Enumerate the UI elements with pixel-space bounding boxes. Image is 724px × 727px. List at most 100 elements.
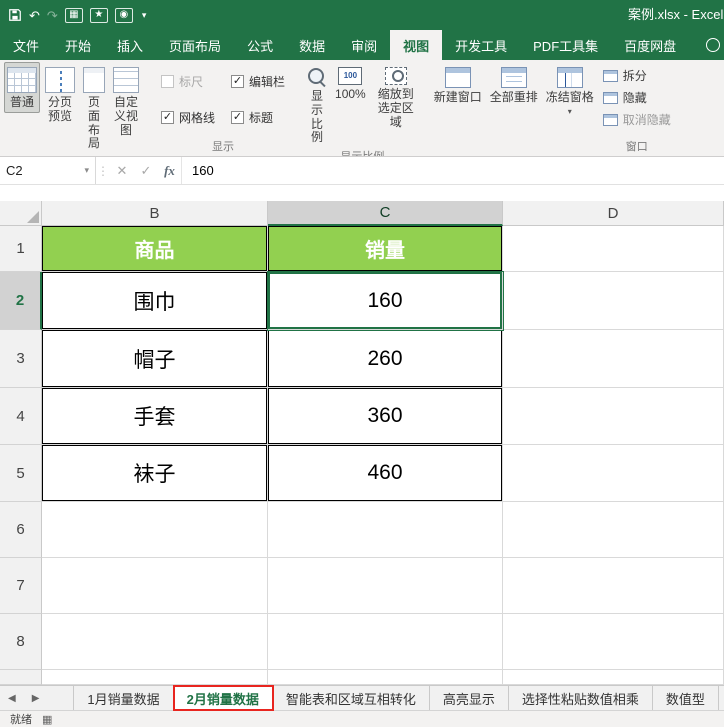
chevron-down-icon: ▾ — [567, 106, 572, 116]
tab-data[interactable]: 数据 — [286, 30, 338, 60]
tab-view[interactable]: 视图 — [390, 30, 443, 60]
formula-bar-handle: ⋮ — [97, 163, 109, 178]
row-header-1[interactable]: 1 — [0, 226, 42, 272]
row-header-5[interactable]: 5 — [0, 445, 42, 502]
sheet-nav-right-icon[interactable]: ▶ — [24, 686, 48, 710]
cell-c2-active[interactable]: 160 — [267, 271, 504, 331]
save-icon[interactable] — [8, 8, 22, 22]
cell-c6[interactable] — [268, 502, 503, 558]
window-title: 案例.xlsx - Excel — [628, 7, 724, 22]
redo-icon[interactable]: ↷ — [47, 9, 58, 22]
table-icon[interactable]: ▦ — [64, 7, 83, 23]
camera-icon[interactable]: ◉ — [114, 7, 133, 23]
group-window: 新建窗口 全部重排 冻结窗格 ▾ 拆分 隐藏 取消隐藏 窗口 — [427, 60, 724, 156]
custom-views-button[interactable]: 自定义视图 — [110, 62, 142, 140]
status-icon[interactable]: ▦ — [42, 713, 52, 726]
ruler-checkbox[interactable]: 标尺 — [161, 73, 215, 90]
sheet-tab-smart-table[interactable]: 智能表和区域互相转化 — [273, 686, 430, 710]
row-header-6[interactable]: 6 — [0, 502, 42, 558]
group-zoom: 显示比例 100% 缩放到选定区域 显示比例 — [300, 60, 425, 156]
tab-file[interactable]: 文件 — [0, 30, 52, 60]
new-window-button[interactable]: 新建窗口 — [431, 62, 485, 108]
cell-d5[interactable] — [503, 445, 724, 502]
cell-d2[interactable] — [503, 272, 724, 330]
page-break-preview-button[interactable]: 分页预览 — [42, 62, 78, 127]
gridlines-checkbox[interactable]: ✓ 网格线 — [161, 109, 215, 126]
split-button[interactable]: 拆分 — [600, 66, 674, 85]
zoom-100-button[interactable]: 100% — [332, 62, 369, 105]
arrange-all-button[interactable]: 全部重排 — [487, 62, 541, 108]
undo-icon[interactable]: ↶ — [29, 9, 40, 22]
cell-d3[interactable] — [503, 330, 724, 388]
cell-c4[interactable]: 360 — [268, 388, 503, 445]
cell-b3[interactable]: 帽子 — [42, 330, 268, 388]
tab-pdf-tools[interactable]: PDF工具集 — [520, 30, 611, 60]
group-show: 标尺 ✓ 编辑栏 ✓ 网格线 ✓ 标题 显示 — [148, 60, 298, 156]
zoom-to-selection-button[interactable]: 缩放到选定区域 — [371, 62, 421, 132]
cell-d8[interactable] — [503, 614, 724, 670]
cell-d4[interactable] — [503, 388, 724, 445]
column-header-c[interactable]: C — [268, 201, 503, 226]
tab-baidu-netdisk[interactable]: 百度网盘 — [611, 30, 689, 60]
row-header-8[interactable]: 8 — [0, 614, 42, 670]
cell-c7[interactable] — [268, 558, 503, 614]
sheet-nav-left-icon[interactable]: ◀ — [0, 686, 24, 710]
insert-function-icon[interactable]: fx — [158, 157, 182, 184]
cell-b4[interactable]: 手套 — [42, 388, 268, 445]
formula-bar-checkbox[interactable]: ✓ 编辑栏 — [231, 73, 285, 90]
cell-c1[interactable]: 销量 — [268, 226, 503, 272]
cell-b8[interactable] — [42, 614, 268, 670]
star-icon[interactable]: ★ — [89, 7, 108, 23]
account-icon[interactable] — [706, 38, 720, 52]
cell-c3[interactable]: 260 — [268, 330, 503, 388]
cell-filler-c — [268, 670, 503, 685]
freeze-panes-button[interactable]: 冻结窗格 ▾ — [543, 62, 597, 119]
cell-b1[interactable]: 商品 — [42, 226, 268, 272]
enter-icon[interactable]: ✓ — [134, 157, 158, 184]
unhide-button[interactable]: 取消隐藏 — [600, 110, 674, 129]
name-box[interactable]: C2 ▾ — [0, 157, 96, 184]
cell-b6[interactable] — [42, 502, 268, 558]
row-header-4[interactable]: 4 — [0, 388, 42, 445]
checkbox-checked-icon: ✓ — [231, 111, 245, 124]
tab-page-layout[interactable]: 页面布局 — [156, 30, 234, 60]
formula-input[interactable]: 160 — [182, 157, 724, 184]
row-header-2[interactable]: 2 — [0, 272, 42, 330]
row-header-7[interactable]: 7 — [0, 558, 42, 614]
new-window-icon — [444, 67, 471, 88]
normal-view-button[interactable]: 普通 — [4, 62, 40, 113]
cell-b2[interactable]: 围巾 — [42, 272, 268, 330]
column-header-b[interactable]: B — [42, 201, 268, 226]
name-box-dropdown-icon[interactable]: ▾ — [84, 165, 89, 176]
formula-bar-label: 编辑栏 — [249, 75, 286, 89]
select-all-corner[interactable] — [0, 201, 42, 226]
column-header-d[interactable]: D — [503, 201, 724, 226]
sheet-tab-paste-special[interactable]: 选择性粘贴数值相乘 — [509, 686, 653, 710]
customize-qat-icon[interactable]: ▾ — [142, 10, 147, 20]
cell-d6[interactable] — [503, 502, 724, 558]
group-workbook-views: 普通 分页预览 页面布局 自定义视图 工作簿视图 — [0, 60, 146, 156]
page-layout-view-button[interactable]: 页面布局 — [80, 62, 108, 154]
cell-c5[interactable]: 460 — [268, 445, 503, 502]
tab-formulas[interactable]: 公式 — [234, 30, 286, 60]
cell-c8[interactable] — [268, 614, 503, 670]
tab-review[interactable]: 审阅 — [338, 30, 390, 60]
cell-d7[interactable] — [503, 558, 724, 614]
tab-home[interactable]: 开始 — [52, 30, 104, 60]
tab-insert[interactable]: 插入 — [104, 30, 156, 60]
window-group-label: 窗口 — [625, 141, 648, 153]
sheet-tab-january[interactable]: 1月销量数据 — [73, 686, 174, 710]
cancel-icon[interactable]: ✕ — [110, 157, 134, 184]
hide-button[interactable]: 隐藏 — [600, 88, 674, 107]
split-label: 拆分 — [622, 69, 647, 83]
sheet-tab-highlight[interactable]: 高亮显示 — [430, 686, 509, 710]
tab-developer[interactable]: 开发工具 — [442, 30, 520, 60]
headings-checkbox[interactable]: ✓ 标题 — [231, 109, 285, 126]
zoom-button[interactable]: 显示比例 — [304, 62, 330, 148]
sheet-tab-february-active[interactable]: 2月销量数据 — [172, 685, 274, 711]
cell-d1[interactable] — [503, 226, 724, 272]
sheet-tab-numeric[interactable]: 数值型 — [653, 686, 719, 710]
cell-b5[interactable]: 袜子 — [42, 445, 268, 502]
row-header-3[interactable]: 3 — [0, 330, 42, 388]
cell-b7[interactable] — [42, 558, 268, 614]
